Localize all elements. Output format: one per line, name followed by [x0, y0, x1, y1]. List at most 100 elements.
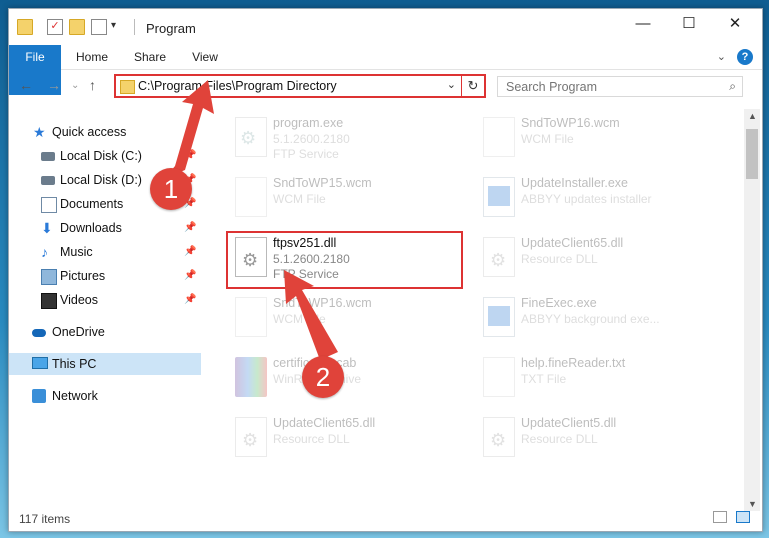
tab-home[interactable]: Home	[69, 45, 115, 69]
scroll-up-icon[interactable]: ▲	[748, 111, 757, 121]
chevron-down-icon[interactable]: ⌄	[447, 78, 456, 91]
address-row: ← → ⌄ ↑ C:\Program Files\Program Directo…	[9, 71, 762, 101]
folder-icon	[17, 19, 33, 35]
installer-icon	[483, 177, 515, 217]
file-name: SndToWP16.wcm	[521, 116, 620, 130]
archive-icon	[235, 357, 267, 397]
sidebar-item-label: Documents	[60, 197, 124, 211]
file-item[interactable]: UpdateClient65.dll Resource DLL	[475, 233, 715, 283]
window-title: Program	[146, 21, 196, 36]
scroll-thumb[interactable]	[746, 129, 758, 179]
maximize-button[interactable]: ☐	[666, 9, 712, 39]
file-highlight-box	[226, 231, 463, 289]
file-item[interactable]: certificates.cab WinRAR archive	[227, 353, 467, 403]
file-type: Resource DLL	[273, 432, 350, 446]
step-1-badge: 1	[150, 168, 192, 210]
pin-icon[interactable]: 📌	[184, 241, 196, 263]
vertical-scrollbar[interactable]: ▲ ▼	[744, 109, 760, 511]
sidebar-item-label: This PC	[52, 357, 97, 371]
program-icon	[235, 117, 267, 157]
file-type: WCM File	[273, 312, 326, 326]
sidebar-item-music[interactable]: ♪ Music 📌	[9, 241, 201, 263]
search-box[interactable]: ⌕	[497, 76, 743, 97]
file-item[interactable]: FineExec.exe ABBYY background exe...	[475, 293, 715, 343]
address-bar[interactable]: C:\Program Files\Program Directory ⌄ ↻	[114, 74, 486, 98]
file-item[interactable]: UpdateClient5.dll Resource DLL	[475, 413, 715, 463]
sidebar-item-local-disk-c[interactable]: Local Disk (C:) 📌	[9, 145, 201, 167]
properties-icon[interactable]: ✓	[47, 19, 63, 35]
file-item[interactable]: SndToWP16.wcm WCM File	[475, 113, 715, 163]
sidebar-item-label: Local Disk (D:)	[60, 173, 142, 187]
onedrive-icon	[32, 329, 46, 337]
document-icon	[483, 117, 515, 157]
forward-arrow-icon[interactable]: →	[47, 77, 61, 93]
file-name: help.fineReader.txt	[521, 356, 626, 370]
computer-icon	[32, 357, 48, 369]
file-type: WCM File	[521, 132, 574, 146]
search-input[interactable]	[504, 79, 708, 95]
sidebar-item-network[interactable]: Network	[9, 385, 201, 407]
file-version: 5.1.2600.2180	[273, 132, 350, 146]
file-item[interactable]: program.exe 5.1.2600.2180 FTP Service	[227, 113, 467, 163]
expand-ribbon-icon[interactable]: ⌄	[717, 50, 726, 63]
chevron-down-icon[interactable]: ▾	[111, 19, 125, 33]
sidebar-item-label: Pictures	[60, 269, 106, 283]
explorer-window: ✓ ▾ Program — ☐ ✕ File Home Share View ⌄…	[8, 8, 763, 532]
file-name: SndToWP15.wcm	[273, 176, 372, 190]
sidebar-item-downloads[interactable]: ⬇ Downloads 📌	[9, 217, 201, 239]
sidebar-item-label: Videos	[60, 293, 98, 307]
file-name: FineExec.exe	[521, 296, 597, 310]
large-icons-view-icon[interactable]	[736, 511, 750, 523]
network-icon	[32, 389, 46, 403]
file-item[interactable]: UpdateClient65.dll Resource DLL	[227, 413, 467, 463]
sidebar-item-pictures[interactable]: Pictures 📌	[9, 265, 201, 287]
pin-icon[interactable]: 📌	[184, 289, 196, 311]
minimize-button[interactable]: —	[620, 9, 666, 39]
refresh-icon[interactable]: ↻	[461, 76, 484, 96]
file-name: UpdateClient65.dll	[273, 416, 376, 430]
document-icon	[235, 297, 267, 337]
customize-icon[interactable]	[91, 19, 107, 35]
step-2-badge: 2	[302, 356, 344, 398]
new-folder-icon[interactable]	[69, 19, 85, 35]
details-view-icon[interactable]	[712, 511, 727, 523]
search-icon[interactable]: ⌕	[729, 79, 736, 94]
file-name: UpdateClient5.dll	[521, 416, 617, 430]
sidebar-item-this-pc[interactable]: This PC	[9, 353, 201, 375]
tab-share[interactable]: Share	[127, 45, 173, 69]
view-switcher	[707, 511, 750, 526]
file-type: WCM File	[273, 192, 326, 206]
file-name: UpdateClient65.dll	[521, 236, 624, 250]
file-name: program.exe	[273, 116, 344, 130]
file-item[interactable]: SndToWP15.wcm WCM File	[227, 173, 467, 223]
file-item[interactable]: UpdateInstaller.exe ABBYY updates instal…	[475, 173, 715, 223]
file-type: TXT File	[521, 372, 567, 386]
documents-icon	[41, 197, 57, 213]
pin-icon[interactable]: 📌	[184, 265, 196, 287]
sidebar-item-videos[interactable]: Videos 📌	[9, 289, 201, 311]
up-arrow-icon[interactable]: ↑	[89, 77, 96, 93]
sidebar-item-label: Downloads	[60, 221, 122, 235]
file-item[interactable]: SndToWP16.wcm WCM File	[227, 293, 467, 343]
tab-view[interactable]: View	[185, 45, 225, 69]
address-path[interactable]: C:\Program Files\Program Directory	[138, 79, 337, 93]
title-bar: ✓ ▾ Program — ☐ ✕	[9, 9, 762, 43]
file-name: UpdateInstaller.exe	[521, 176, 629, 190]
dll-gear-icon	[483, 237, 515, 277]
sidebar-item-onedrive[interactable]: OneDrive	[9, 321, 201, 343]
file-item[interactable]: help.fineReader.txt TXT File	[475, 353, 715, 403]
help-icon[interactable]: ?	[737, 49, 753, 65]
item-count: 117 items	[19, 512, 71, 526]
dll-gear-icon	[235, 417, 267, 457]
sidebar-item-label: Music	[60, 245, 93, 259]
recent-dropdown-icon[interactable]: ⌄	[71, 80, 79, 91]
drive-icon	[41, 152, 55, 161]
scroll-down-icon[interactable]: ▼	[748, 499, 757, 509]
document-icon	[235, 177, 267, 217]
pin-icon[interactable]: 📌	[184, 145, 196, 167]
back-arrow-icon[interactable]: ←	[19, 77, 33, 93]
dll-gear-icon	[483, 417, 515, 457]
close-button[interactable]: ✕	[712, 9, 758, 39]
pin-icon[interactable]: 📌	[184, 217, 196, 239]
sidebar-item-quick-access[interactable]: ★ Quick access	[9, 121, 201, 143]
